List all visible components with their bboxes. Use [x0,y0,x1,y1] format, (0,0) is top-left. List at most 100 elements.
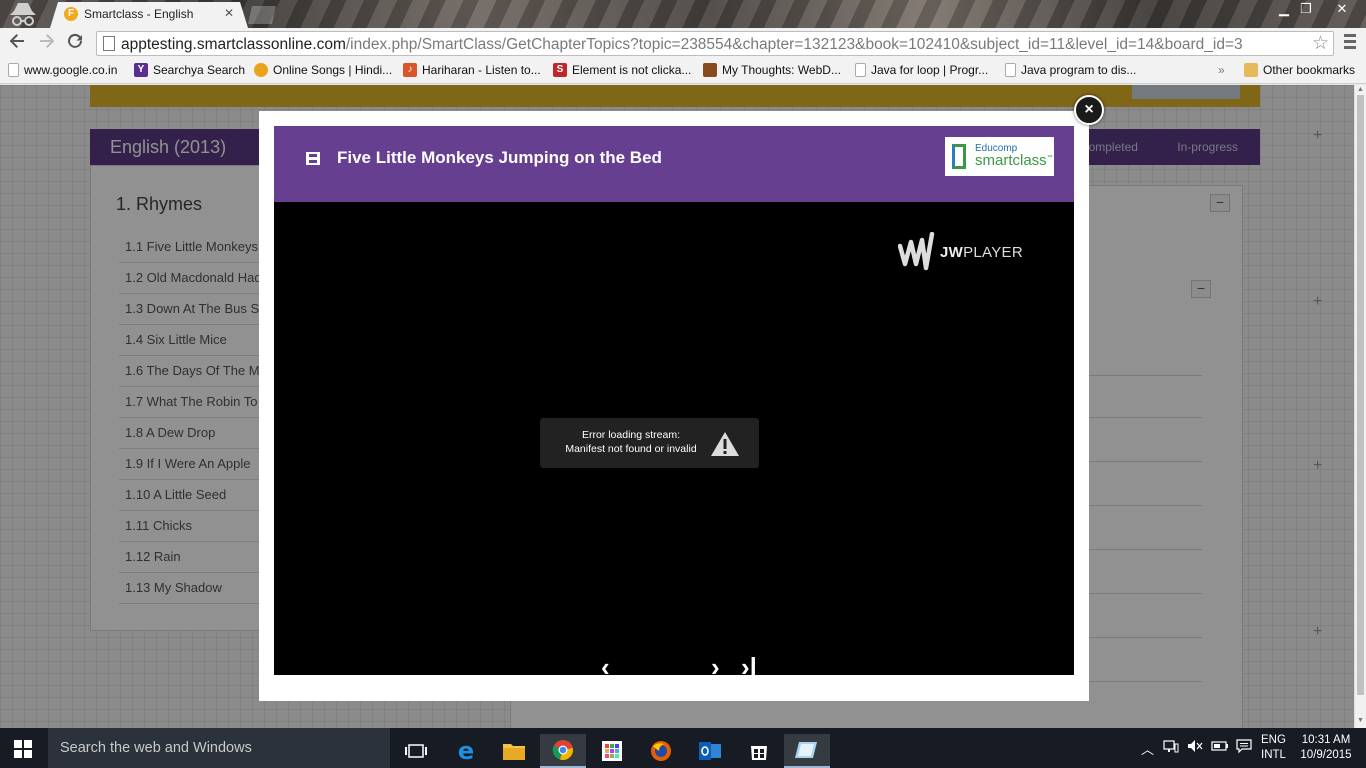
bookmarks-bar: www.google.co.in Y Searchya Search Onlin… [0,58,1366,84]
bookmark-label: www.google.co.in [24,63,118,77]
jw-wordmark: JWPLAYER [940,244,1023,261]
tab-title: Smartclass - English [84,7,194,21]
warning-icon [711,432,739,456]
url-path: /index.php/SmartClass/GetChapterTopics?t… [345,36,1243,53]
edge-icon[interactable]: e [443,734,489,768]
next-icon[interactable]: › [711,654,720,675]
error-line1: Error loading stream: [581,429,681,441]
modal-header: Five Little Monkeys Jumping on the Bed E… [274,126,1074,202]
music-note-icon: ♪ [403,63,417,77]
store-icon[interactable] [736,734,782,768]
bookmark-online-songs[interactable]: Online Songs | Hindi... [254,63,392,77]
system-clock[interactable]: 10:31 AM 10/9/2015 [1296,733,1356,763]
file-explorer-icon[interactable] [491,734,537,768]
logo-line2: smartclass™ [975,152,1053,169]
jw-logo-icon [898,232,935,271]
store-apps-icon[interactable] [589,734,635,768]
scroll-down-icon[interactable]: ▼ [1357,717,1364,724]
bookmark-label: Java for loop | Progr... [871,63,989,77]
video-modal: Five Little Monkeys Jumping on the Bed E… [259,111,1089,701]
bookmark-java-program[interactable]: Java program to dis... [1005,63,1136,77]
bookmark-hariharan[interactable]: ♪ Hariharan - Listen to... [403,63,541,77]
reload-button[interactable] [64,32,86,54]
other-bookmarks-folder[interactable]: Other bookmarks [1244,63,1355,77]
window-close-button[interactable]: ✕ [1322,0,1362,20]
new-tab-button[interactable] [248,6,276,24]
other-bookmarks-label: Other bookmarks [1263,63,1356,77]
jw-wordmark-bold: JW [940,243,964,261]
firefox-icon[interactable] [638,734,684,768]
chrome-icon[interactable] [540,734,586,768]
scroll-up-icon[interactable]: ▲ [1357,86,1364,93]
trademark: ™ [1046,155,1053,161]
jwplayer-logo: JWPLAYER [898,232,1023,272]
forward-button[interactable] [36,32,58,54]
bookmark-searchya[interactable]: Y Searchya Search [134,63,245,77]
url-text: apptesting.smartclassonline.com/index.ph… [121,36,1243,54]
clock-time: 10:31 AM [1301,734,1351,746]
browser-toolbar: apptesting.smartclassonline.com/index.ph… [0,28,1366,58]
address-bar[interactable]: apptesting.smartclassonline.com/index.ph… [96,31,1334,56]
y-icon: Y [134,63,148,77]
url-host: apptesting.smartclassonline.com [121,36,346,53]
bookmark-element-not-clickable[interactable]: S Element is not clicka... [553,63,691,77]
educomp-logo: Educomp smartclass™ [945,137,1054,176]
skip-to-end-icon[interactable]: ›| [741,654,757,675]
tab-favicon: F [64,7,78,21]
book-icon [952,144,966,169]
blog-icon [703,63,717,77]
outlook-icon[interactable] [687,734,733,768]
cortana-search-box[interactable]: Search the web and Windows [48,728,390,768]
search-placeholder: Search the web and Windows [60,740,252,756]
page-icon [103,36,115,51]
incognito-icon [6,1,40,27]
action-center-icon[interactable] [1236,739,1252,756]
error-message: Error loading stream: Manifest not found… [540,418,759,468]
modal-title: Five Little Monkeys Jumping on the Bed [337,148,662,167]
start-button[interactable] [14,740,32,758]
scrollbar-thumb[interactable] [1357,95,1364,695]
tab-close-icon[interactable]: ✕ [224,6,234,20]
bookmark-label: My Thoughts: WebD... [722,63,841,77]
language-code: ENG [1261,734,1286,746]
volume-muted-icon[interactable] [1187,739,1203,756]
bookmark-java-for-loop[interactable]: Java for loop | Progr... [855,63,988,77]
previous-icon[interactable]: ‹ [601,654,610,675]
bookmark-label: Element is not clicka... [572,63,692,77]
browser-tab[interactable]: F Smartclass - English ✕ [50,2,248,28]
chrome-menu-icon[interactable] [1344,34,1356,52]
bookmark-label: Java program to dis... [1021,63,1137,77]
folder-icon [1244,63,1258,77]
music-icon [254,63,268,77]
jw-player[interactable]: JWPLAYER Error loading stream: Manifest … [274,202,1074,675]
bookmark-label: Online Songs | Hindi... [273,63,393,77]
network-icon[interactable] [1163,739,1179,756]
browser-titlebar: F Smartclass - English ✕ ▁ ❐ ✕ [0,0,1366,28]
bookmark-my-thoughts[interactable]: My Thoughts: WebD... [703,63,841,77]
input-language[interactable]: ENG INTL [1261,733,1286,763]
page-icon [8,63,19,77]
task-view-icon[interactable] [393,734,439,768]
bookmark-star-icon[interactable]: ☆ [1312,32,1329,55]
error-line2: Manifest not found or invalid [565,443,697,455]
modal-close-button[interactable]: × [1074,95,1104,125]
jw-wordmark-rest: PLAYER [963,243,1023,261]
page-icon [855,63,866,77]
bookmark-label: Hariharan - Listen to... [422,63,541,77]
battery-icon[interactable] [1211,739,1229,756]
page-icon [1005,63,1016,77]
restore-button[interactable]: ❐ [1292,0,1320,20]
bookmark-google[interactable]: www.google.co.in [8,63,117,77]
app-icon[interactable] [784,734,830,768]
film-icon [306,152,320,165]
logo-wordmark: smartclass [975,152,1047,169]
back-button[interactable] [6,32,28,54]
show-hidden-icons[interactable]: ︿ [1141,739,1154,758]
bookmarks-overflow-button[interactable]: » [1218,63,1225,77]
keyboard-layout: INTL [1261,749,1286,761]
bookmark-label: Searchya Search [153,63,246,77]
page-scrollbar[interactable]: ▲ ▼ [1354,85,1366,728]
windows-taskbar: Search the web and Windows e ︿ ENG INTL [0,728,1366,768]
s-icon: S [553,63,567,77]
clock-date: 10/9/2015 [1300,749,1352,761]
